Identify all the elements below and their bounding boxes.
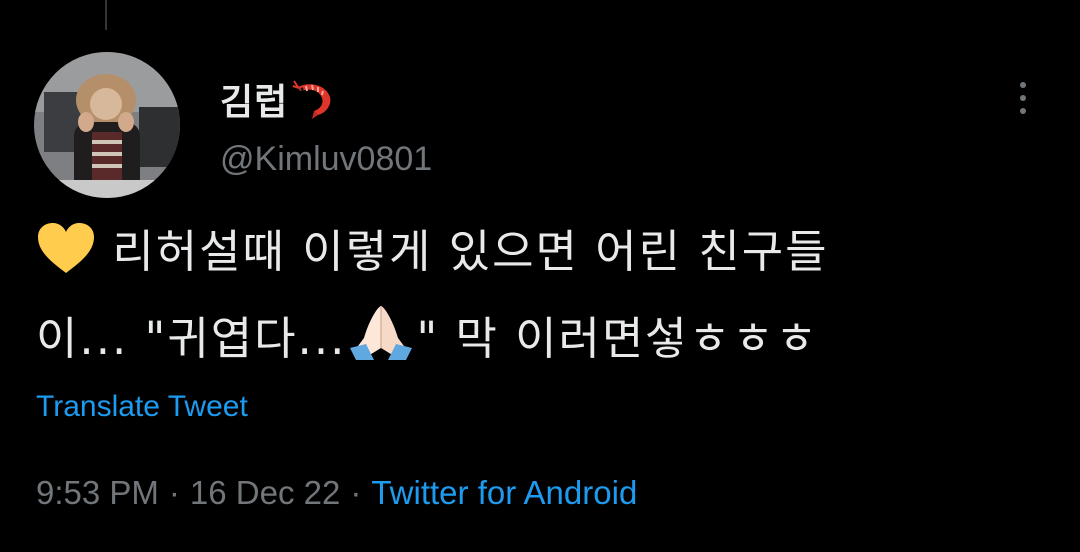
tweet-time[interactable]: 9:53 PM — [36, 474, 159, 511]
tweet-text-line: 이... "귀엽다... " 막 이러면섷ㅎㅎㅎ — [36, 299, 1046, 386]
tweet-meta: 9:53 PM · 16 Dec 22 · Twitter for Android — [36, 474, 637, 512]
folded-hands-icon — [346, 302, 416, 386]
tweet-date[interactable]: 16 Dec 22 — [190, 474, 340, 511]
shrimp-icon — [292, 77, 336, 121]
display-name[interactable]: 김럽 — [220, 73, 288, 125]
meta-separator: · — [168, 474, 180, 511]
tweet-source-link[interactable]: Twitter for Android — [371, 474, 637, 511]
more-dot-icon — [1020, 82, 1026, 88]
more-dot-icon — [1020, 95, 1026, 101]
avatar[interactable] — [34, 52, 180, 198]
tweet-text-part: 이... "귀엽다... — [36, 312, 347, 365]
tweet-text-line: 리허설때 이렇게 있으면 어린 친구들 — [36, 212, 1046, 299]
more-options-button[interactable] — [1010, 78, 1036, 118]
tweet-text-part: 리허설때 이렇게 있으면 어린 친구들 — [112, 225, 829, 278]
yellow-heart-icon — [36, 220, 96, 299]
tweet-text-part: " 막 이러면섷ㅎㅎㅎ — [416, 312, 819, 365]
tweet-text: 리허설때 이렇게 있으면 어린 친구들 이... "귀엽다... " 막 이러면… — [36, 212, 1046, 386]
meta-separator: · — [350, 474, 362, 511]
thread-line — [105, 0, 107, 30]
more-dot-icon — [1020, 108, 1026, 114]
author-handle[interactable]: @Kimluv0801 — [220, 140, 432, 179]
author-name-row[interactable]: 김럽 — [220, 74, 336, 124]
translate-tweet-link[interactable]: Translate Tweet — [36, 390, 248, 424]
